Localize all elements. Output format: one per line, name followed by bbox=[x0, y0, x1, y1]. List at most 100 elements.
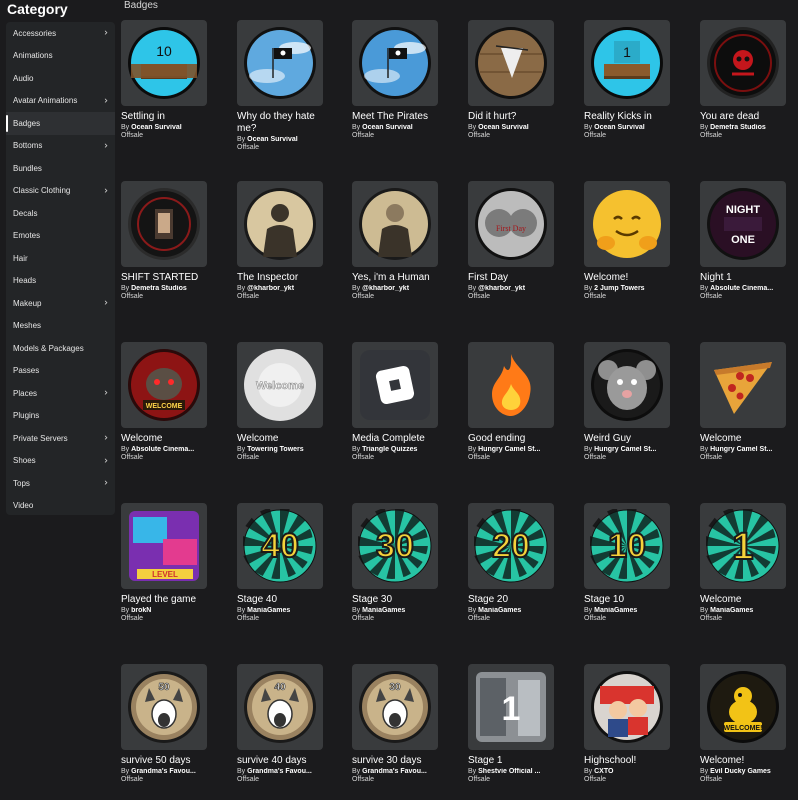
badge-thumbnail[interactable]: 10 bbox=[121, 20, 207, 106]
badge-card[interactable]: Yes, i'm a Human By @kharbor_ykt Offsale bbox=[352, 181, 452, 300]
sidebar-item-tops[interactable]: Tops › bbox=[6, 472, 115, 495]
badge-thumbnail[interactable]: 50 bbox=[121, 664, 207, 750]
badge-creator[interactable]: By ManiaGames bbox=[237, 607, 317, 614]
creator-name[interactable]: ManiaGames bbox=[710, 607, 753, 614]
creator-name[interactable]: Demetra Studios bbox=[710, 124, 766, 131]
badge-creator[interactable]: By Ocean Survival bbox=[352, 124, 432, 131]
badge-card[interactable]: You are dead By Demetra Studios Offsale bbox=[700, 20, 798, 139]
sidebar-item-decals[interactable]: Decals bbox=[6, 202, 115, 225]
creator-name[interactable]: Hungry Camel St... bbox=[710, 446, 772, 453]
creator-name[interactable]: Ocean Survival bbox=[247, 136, 298, 143]
badge-card[interactable]: First Day First Day By @kharbor_ykt Offsale bbox=[468, 181, 568, 300]
badge-creator[interactable]: By Absolute Cinema... bbox=[700, 285, 780, 292]
badge-thumbnail[interactable] bbox=[700, 342, 786, 428]
creator-name[interactable]: Grandma's Favou... bbox=[131, 768, 196, 775]
badge-card[interactable]: 1 Reality Kicks in By Ocean Survival Offsal… bbox=[584, 20, 684, 139]
sidebar-item-models-packages[interactable]: Models & Packages bbox=[6, 337, 115, 360]
badge-thumbnail[interactable]: 1 bbox=[700, 503, 786, 589]
badge-name[interactable]: Highschool! bbox=[584, 755, 684, 767]
badge-name[interactable]: Settling in bbox=[121, 111, 221, 123]
badge-thumbnail[interactable]: 1 bbox=[584, 20, 670, 106]
badge-name[interactable]: Welcome bbox=[700, 433, 798, 445]
badge-thumbnail[interactable] bbox=[584, 342, 670, 428]
badge-creator[interactable]: By Grandma's Favou... bbox=[352, 768, 432, 775]
badge-card[interactable]: Welcome By Hungry Camel St... Offsale bbox=[700, 342, 798, 461]
badge-creator[interactable]: By ManiaGames bbox=[352, 607, 432, 614]
sidebar-item-video[interactable]: Video bbox=[6, 495, 115, 518]
sidebar-item-hair[interactable]: Hair bbox=[6, 247, 115, 270]
badge-name[interactable]: Stage 40 bbox=[237, 594, 337, 606]
creator-name[interactable]: Absolute Cinema... bbox=[131, 446, 194, 453]
badge-thumbnail[interactable]: 10 bbox=[584, 503, 670, 589]
sidebar-item-meshes[interactable]: Meshes bbox=[6, 315, 115, 338]
badge-card[interactable]: 30 survive 30 days By Grandma's Favou... Of… bbox=[352, 664, 452, 783]
sidebar-item-plugins[interactable]: Plugins bbox=[6, 405, 115, 428]
badge-card[interactable]: 20 Stage 20 By ManiaGames Offsale bbox=[468, 503, 568, 622]
sidebar-item-passes[interactable]: Passes bbox=[6, 360, 115, 383]
badge-thumbnail[interactable] bbox=[700, 20, 786, 106]
badge-name[interactable]: SHIFT STARTED bbox=[121, 272, 221, 284]
creator-name[interactable]: Shestvie Official ... bbox=[478, 768, 540, 775]
creator-name[interactable]: Ocean Survival bbox=[478, 124, 529, 131]
creator-name[interactable]: ManiaGames bbox=[478, 607, 521, 614]
badge-card[interactable]: Did it hurt? By Ocean Survival Offsale bbox=[468, 20, 568, 139]
badge-thumbnail[interactable]: LEVEL bbox=[121, 503, 207, 589]
badge-creator[interactable]: By 2 Jump Towers bbox=[584, 285, 664, 292]
badge-name[interactable]: You are dead bbox=[700, 111, 798, 123]
sidebar-item-bottoms[interactable]: Bottoms › bbox=[6, 135, 115, 158]
badge-thumbnail[interactable] bbox=[237, 20, 323, 106]
badge-thumbnail[interactable] bbox=[584, 181, 670, 267]
sidebar-item-animations[interactable]: Animations bbox=[6, 45, 115, 68]
badge-thumbnail[interactable]: WELCOME bbox=[121, 342, 207, 428]
badge-card[interactable]: 1 Stage 1 By Shestvie Official ... Offsale bbox=[468, 664, 568, 783]
badge-thumbnail[interactable]: 40 bbox=[237, 503, 323, 589]
badge-creator[interactable]: By Grandma's Favou... bbox=[237, 768, 317, 775]
creator-name[interactable]: Ocean Survival bbox=[594, 124, 645, 131]
creator-name[interactable]: Hungry Camel St... bbox=[478, 446, 540, 453]
badge-name[interactable]: The Inspector bbox=[237, 272, 337, 284]
creator-name[interactable]: Demetra Studios bbox=[131, 285, 187, 292]
badge-name[interactable]: survive 50 days bbox=[121, 755, 221, 767]
sidebar-item-accessories[interactable]: Accessories › bbox=[6, 22, 115, 45]
badge-creator[interactable]: By Grandma's Favou... bbox=[121, 768, 201, 775]
badge-creator[interactable]: By ManiaGames bbox=[468, 607, 548, 614]
badge-card[interactable]: Weird Guy By Hungry Camel St... Offsale bbox=[584, 342, 684, 461]
badge-thumbnail[interactable] bbox=[237, 181, 323, 267]
badge-thumbnail[interactable]: 30 bbox=[352, 664, 438, 750]
badge-name[interactable]: Stage 20 bbox=[468, 594, 568, 606]
sidebar-item-emotes[interactable]: Emotes bbox=[6, 225, 115, 248]
badge-creator[interactable]: By @kharbor_ykt bbox=[237, 285, 317, 292]
badge-name[interactable]: survive 40 days bbox=[237, 755, 337, 767]
badge-creator[interactable]: By Hungry Camel St... bbox=[700, 446, 780, 453]
creator-name[interactable]: @kharbor_ykt bbox=[247, 285, 294, 292]
badge-thumbnail[interactable]: 1 bbox=[468, 664, 554, 750]
badge-creator[interactable]: By Hungry Camel St... bbox=[468, 446, 548, 453]
badge-name[interactable]: Stage 1 bbox=[468, 755, 568, 767]
creator-name[interactable]: ManiaGames bbox=[594, 607, 637, 614]
creator-name[interactable]: 2 Jump Towers bbox=[594, 285, 644, 292]
badge-creator[interactable]: By Ocean Survival bbox=[121, 124, 201, 131]
badge-card[interactable]: WELCOME Welcome By Absolute Cinema... Offsa… bbox=[121, 342, 221, 461]
badge-creator[interactable]: By brokN bbox=[121, 607, 201, 614]
creator-name[interactable]: Evil Ducky Games bbox=[710, 768, 771, 775]
badge-thumbnail[interactable]: 30 bbox=[352, 503, 438, 589]
sidebar-item-places[interactable]: Places › bbox=[6, 382, 115, 405]
badge-name[interactable]: survive 30 days bbox=[352, 755, 452, 767]
badge-thumbnail[interactable]: 20 bbox=[468, 503, 554, 589]
badge-name[interactable]: First Day bbox=[468, 272, 568, 284]
badge-creator[interactable]: By Ocean Survival bbox=[584, 124, 664, 131]
badge-card[interactable]: WELCOME! Welcome! By Evil Ducky Games Offsa… bbox=[700, 664, 798, 783]
sidebar-item-badges[interactable]: Badges bbox=[6, 112, 115, 135]
badge-creator[interactable]: By Shestvie Official ... bbox=[468, 768, 548, 775]
badge-thumbnail[interactable]: Welcome bbox=[237, 342, 323, 428]
badge-name[interactable]: Media Complete bbox=[352, 433, 452, 445]
badge-name[interactable]: Welcome bbox=[700, 594, 798, 606]
badge-card[interactable]: Meet The Pirates By Ocean Survival Offsale bbox=[352, 20, 452, 139]
badge-thumbnail[interactable]: WELCOME! bbox=[700, 664, 786, 750]
badge-card[interactable]: Media Complete By Triangle Quizzes Offsale bbox=[352, 342, 452, 461]
sidebar-item-classic-clothing[interactable]: Classic Clothing › bbox=[6, 180, 115, 203]
badge-creator[interactable]: By Triangle Quizzes bbox=[352, 446, 432, 453]
badge-name[interactable]: Good ending bbox=[468, 433, 568, 445]
badge-creator[interactable]: By Ocean Survival bbox=[237, 136, 317, 143]
badge-creator[interactable]: By @kharbor_ykt bbox=[352, 285, 432, 292]
